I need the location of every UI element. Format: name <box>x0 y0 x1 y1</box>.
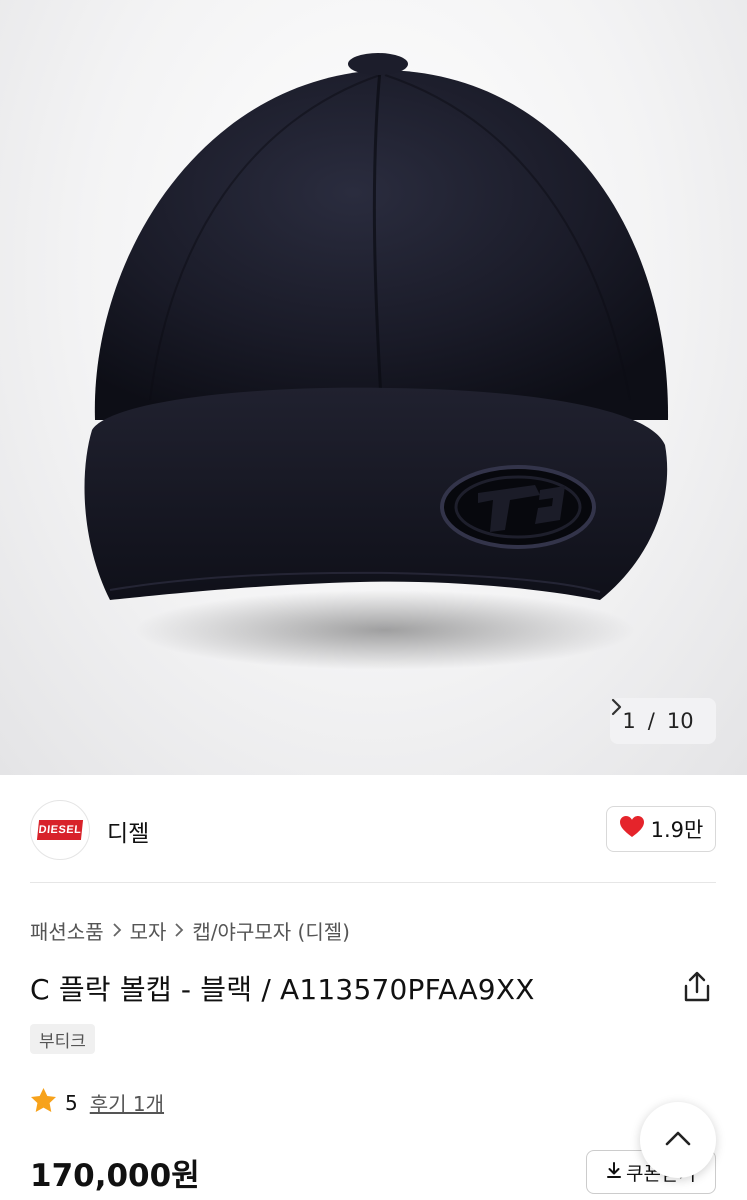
reviews-link[interactable]: 후기 1개 <box>90 1088 164 1117</box>
image-counter-separator: / <box>647 709 655 733</box>
brand-name[interactable]: 디젤 <box>107 814 149 848</box>
download-icon <box>606 1161 622 1184</box>
chevron-right-icon <box>112 919 122 943</box>
breadcrumb: 패션소품 모자 캡/야구모자 (디젤) <box>30 916 350 945</box>
image-counter-current: 1 <box>622 709 636 733</box>
star-icon <box>30 1087 57 1118</box>
brand-logo[interactable]: DIESEL <box>30 800 90 860</box>
chevron-right-icon <box>174 919 184 943</box>
breadcrumb-item-hat[interactable]: 모자 <box>130 916 167 945</box>
share-icon[interactable] <box>681 970 713 1004</box>
rating-score: 5 <box>65 1090 78 1115</box>
like-button[interactable]: 1.9만 <box>606 806 716 852</box>
divider <box>30 882 716 883</box>
image-counter-total: 10 <box>666 709 694 733</box>
breadcrumb-item-fashion[interactable]: 패션소품 <box>30 916 104 945</box>
scroll-top-button[interactable] <box>640 1102 716 1178</box>
image-counter[interactable]: 1 / 10 <box>610 698 716 744</box>
chevron-up-icon <box>664 1129 692 1151</box>
product-title: C 플락 볼캡 - 블랙 / A113570PFAA9XX <box>30 973 535 1006</box>
breadcrumb-item-cap[interactable]: 캡/야구모자 (디젤) <box>192 916 350 945</box>
brand-logo-text: DIESEL <box>36 820 84 840</box>
brand-row: DIESEL 디젤 1.9만 <box>30 800 716 860</box>
product-image-gallery[interactable]: 1 / 10 <box>0 0 747 775</box>
rating: 5 후기 1개 <box>30 1087 164 1118</box>
boutique-tag: 부티크 <box>30 1024 95 1054</box>
product-price: 170,000원 <box>30 1158 200 1194</box>
cap-image <box>84 53 669 670</box>
like-count: 1.9만 <box>650 818 704 842</box>
heart-icon <box>619 815 645 844</box>
